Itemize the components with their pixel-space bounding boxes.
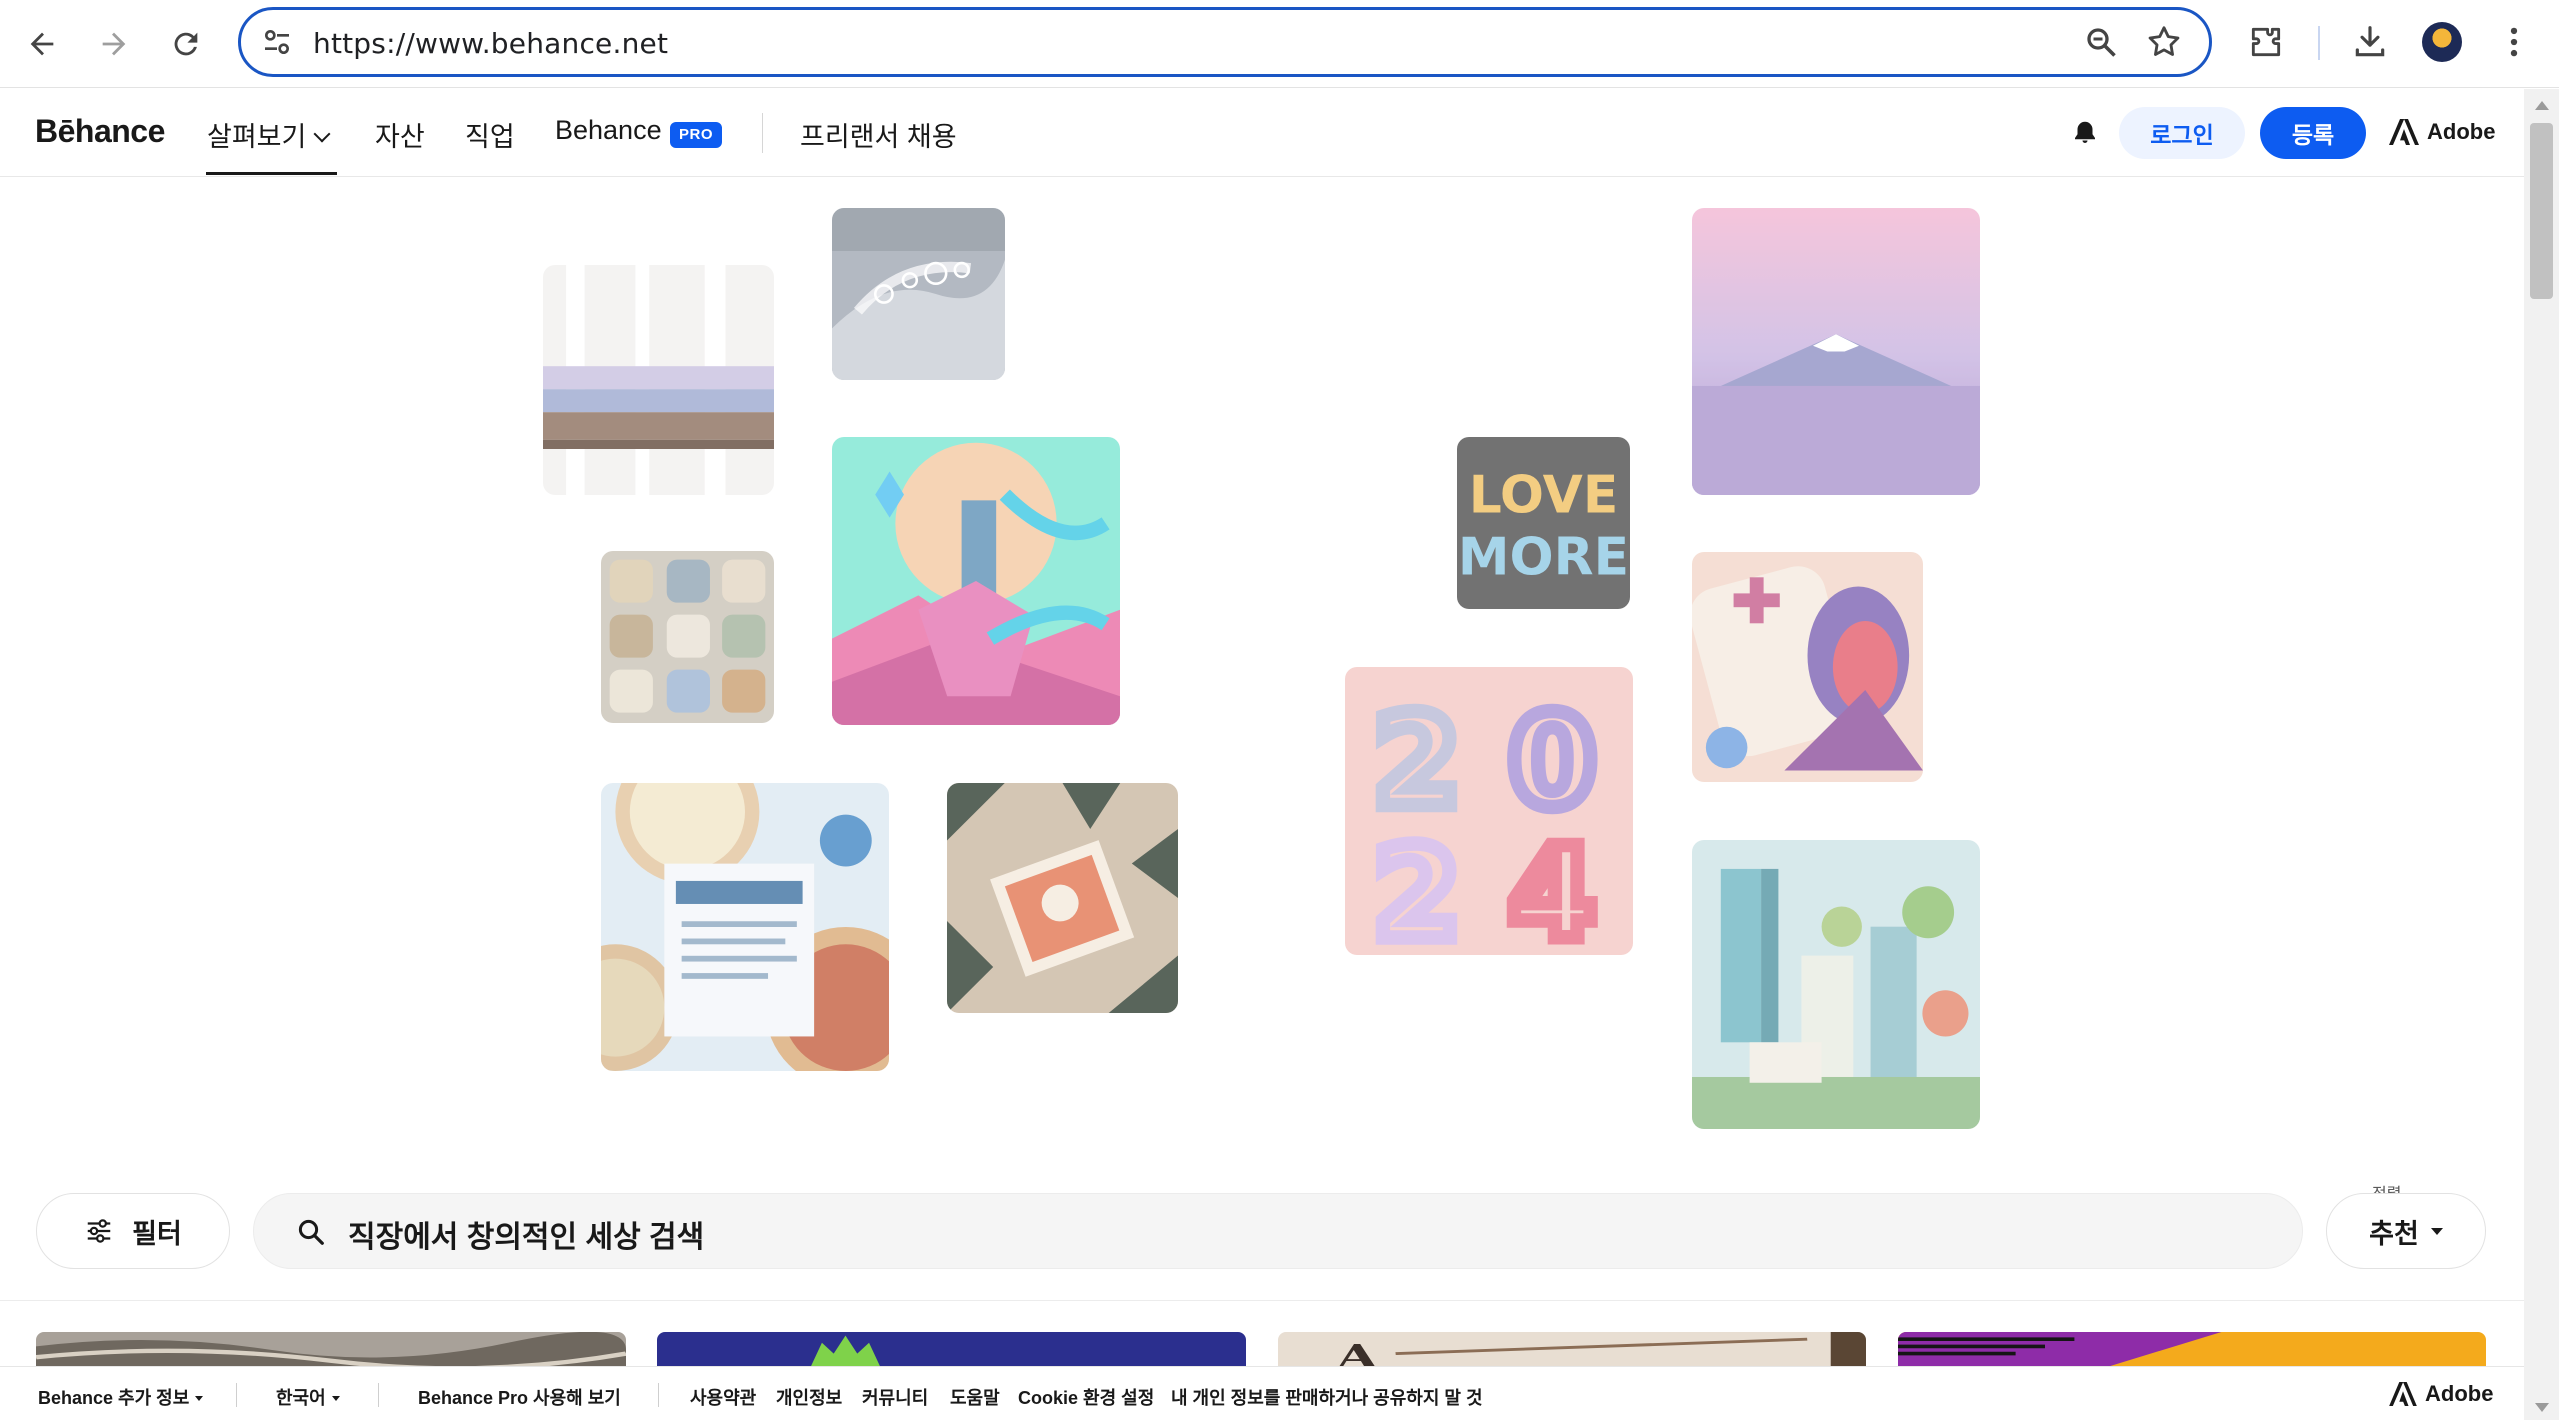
- profile-avatar[interactable]: [2422, 22, 2462, 62]
- hero-tile-retro-print[interactable]: [947, 783, 1178, 1013]
- hero-tile-2024[interactable]: 2 0 2 4: [1345, 667, 1633, 955]
- search-placeholder: 직장에서 창의적인 세상 검색: [348, 1221, 705, 1254]
- extensions-icon[interactable]: [2244, 20, 2288, 64]
- hero-tile-isometric-city[interactable]: [1692, 840, 1980, 1129]
- hero-tile-alberico-menu[interactable]: [601, 783, 889, 1071]
- adobe-icon: [2389, 1382, 2417, 1406]
- back-icon[interactable]: [16, 18, 68, 70]
- hero-tile-gameboy[interactable]: [1692, 552, 1923, 782]
- caret-down-icon: [2430, 1227, 2443, 1235]
- footer-language[interactable]: 한국어: [276, 1384, 340, 1410]
- project-card[interactable]: [36, 1332, 626, 1368]
- nav-explore[interactable]: 살펴보기: [207, 115, 331, 154]
- svg-text:0: 0: [1508, 687, 1596, 835]
- svg-text:4: 4: [1508, 820, 1596, 955]
- scroll-down-arrow-icon[interactable]: [2535, 1403, 2549, 1412]
- svg-text:2: 2: [1373, 820, 1461, 955]
- caret-down-icon: [331, 1396, 340, 1401]
- project-card[interactable]: [657, 1332, 1246, 1368]
- hero-tile-mountain-lake[interactable]: [1692, 208, 1980, 495]
- adobe-label: Adobe: [2427, 119, 2496, 144]
- search-input[interactable]: 직장에서 창의적인 세상 검색: [253, 1193, 2303, 1269]
- sort-value: 추천: [2369, 1218, 2419, 1249]
- footer-privacy[interactable]: 개인정보: [776, 1384, 842, 1410]
- pro-badge[interactable]: PRO: [670, 122, 722, 148]
- browser-toolbar: https://www.behance.net: [0, 0, 2559, 88]
- nav-behance-pro[interactable]: Behance: [555, 115, 662, 146]
- adobe-icon: [2389, 119, 2419, 145]
- footer-language-label: 한국어: [276, 1388, 326, 1408]
- footer-cookie[interactable]: Cookie 환경 설정: [1018, 1384, 1154, 1410]
- nav-jobs[interactable]: 직업: [465, 115, 515, 154]
- behance-logo[interactable]: Bēhance: [35, 113, 165, 150]
- svg-text:A: A: [1336, 1338, 1379, 1368]
- bookmark-star-icon[interactable]: [2145, 23, 2183, 61]
- hero-tile-mugs[interactable]: [601, 551, 774, 723]
- adobe-link[interactable]: Adobe: [2389, 119, 2495, 145]
- site-footer: Behance 추가 정보 한국어 Behance Pro 사용해 보기 사용약…: [0, 1366, 2524, 1420]
- footer-more-info[interactable]: Behance 추가 정보: [38, 1384, 204, 1410]
- footer-terms[interactable]: 사용약관: [690, 1384, 756, 1410]
- filter-button[interactable]: 필터: [36, 1193, 230, 1269]
- nav-hire-freelancers[interactable]: 프리랜서 채용: [800, 115, 957, 154]
- project-card[interactable]: A: [1278, 1332, 1866, 1368]
- page-scrollbar[interactable]: [2524, 89, 2559, 1420]
- footer-divider: [236, 1383, 237, 1407]
- nav-active-indicator: [206, 172, 337, 175]
- forward-icon[interactable]: [88, 18, 140, 70]
- site-settings-icon[interactable]: [261, 26, 293, 58]
- caret-down-icon: [195, 1396, 204, 1401]
- project-card[interactable]: [1898, 1332, 2486, 1368]
- chevron-down-icon: [313, 125, 331, 143]
- section-divider: [0, 1300, 2524, 1301]
- reload-icon[interactable]: [160, 18, 212, 70]
- hero-tile-love-more[interactable]: LOVE MORE: [1457, 437, 1630, 609]
- more-menu-icon[interactable]: [2492, 20, 2536, 64]
- footer-do-not-sell[interactable]: 내 개인 정보를 판매하거나 공유하지 말 것: [1171, 1384, 1483, 1410]
- toolbar-divider: [2318, 26, 2320, 60]
- hero-tile-magazines[interactable]: [543, 265, 774, 495]
- download-icon[interactable]: [2348, 20, 2392, 64]
- login-button[interactable]: 로그인: [2119, 107, 2245, 159]
- zoom-icon[interactable]: [2083, 24, 2119, 60]
- footer-help[interactable]: 도움말: [950, 1384, 1000, 1410]
- footer-adobe-label: Adobe: [2425, 1381, 2494, 1406]
- site-header: Bēhance 살펴보기 자산 직업 Behance PRO 프리랜서 채용 로…: [0, 89, 2524, 177]
- sort-dropdown[interactable]: 추천: [2326, 1193, 2486, 1269]
- footer-divider: [658, 1383, 659, 1407]
- address-bar[interactable]: https://www.behance.net: [238, 7, 2212, 77]
- svg-text:MORE: MORE: [1458, 528, 1629, 588]
- nav-assets[interactable]: 자산: [375, 115, 425, 154]
- filter-label: 필터: [132, 1218, 182, 1249]
- url-text[interactable]: https://www.behance.net: [313, 27, 668, 60]
- hero-tile-bubbles[interactable]: [832, 208, 1005, 380]
- svg-text:2: 2: [1373, 687, 1461, 835]
- filter-sliders-icon: [87, 1219, 111, 1243]
- nav-explore-label: 살펴보기: [207, 122, 307, 152]
- nav-divider: [762, 113, 763, 153]
- footer-more-info-label: Behance 추가 정보: [38, 1388, 190, 1408]
- footer-try-pro[interactable]: Behance Pro 사용해 보기: [418, 1384, 621, 1410]
- signup-button[interactable]: 등록: [2260, 107, 2366, 159]
- notification-bell-icon[interactable]: [2070, 117, 2100, 149]
- hero-tile-neon-cowboy[interactable]: [832, 437, 1120, 725]
- search-icon: [298, 1219, 324, 1245]
- footer-divider: [378, 1383, 379, 1407]
- footer-community[interactable]: 커뮤니티: [862, 1384, 928, 1410]
- footer-adobe-link[interactable]: Adobe: [2389, 1381, 2493, 1407]
- scrollbar-thumb[interactable]: [2530, 123, 2553, 299]
- svg-text:LOVE: LOVE: [1469, 466, 1619, 526]
- scroll-up-arrow-icon[interactable]: [2535, 101, 2549, 110]
